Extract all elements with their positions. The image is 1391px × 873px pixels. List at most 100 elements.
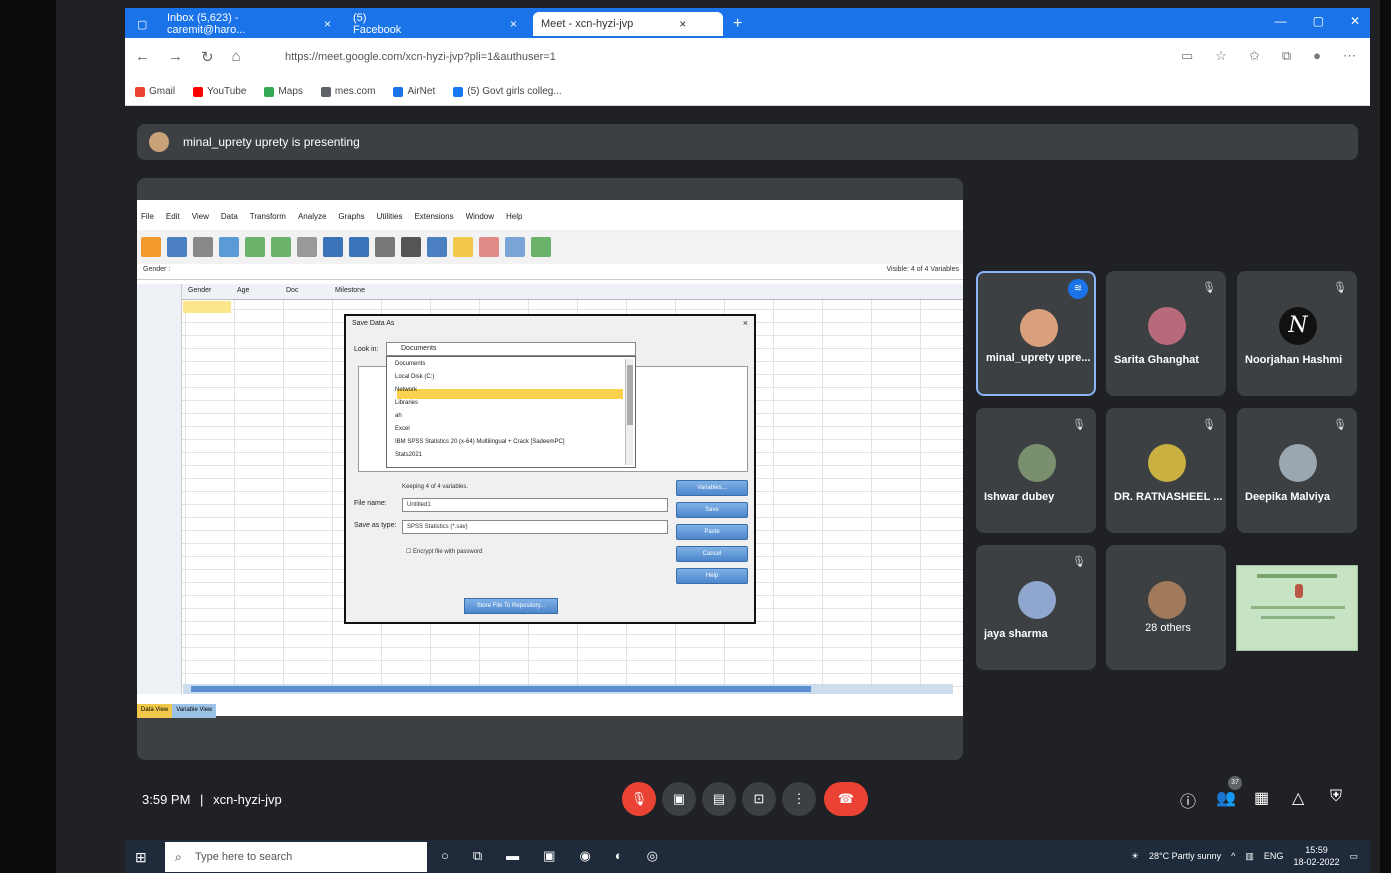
present-button[interactable]: ⊡ [742,782,776,816]
menu-item[interactable]: Extensions [414,212,453,226]
weight-icon[interactable] [427,237,447,257]
maximize-icon[interactable]: ▢ [1313,14,1324,28]
sets-icon[interactable] [505,237,525,257]
more-options-button[interactable]: ⋮ [782,782,816,816]
activities-icon[interactable]: △ [1292,788,1304,808]
clock[interactable]: 15:59 18-02-2022 [1293,844,1339,868]
home-icon[interactable]: ⌂ [232,48,241,66]
others-tile[interactable]: 28 others [1106,545,1226,670]
close-window-icon[interactable]: ✕ [1350,14,1360,28]
dropdown-item[interactable]: IBM SPSS Statistics 20 (x-64) Multilingu… [395,439,565,447]
tab-variable-view[interactable]: Variable View [172,704,217,718]
save-button[interactable]: Save [676,502,748,518]
tab-data-view[interactable]: Data View [137,704,173,718]
menu-item[interactable]: Edit [166,212,180,226]
variables-icon[interactable] [323,237,343,257]
encrypt-checkbox[interactable]: ☐ Encrypt file with password [406,548,482,555]
task-view-icon[interactable]: ⧉ [473,848,482,864]
look-in-select[interactable]: Documents [386,342,636,356]
column-header[interactable]: Age [237,287,249,294]
bookmark-item[interactable]: AirNet [393,86,435,97]
more-icon[interactable]: ⋯ [1343,48,1356,64]
participant-tile[interactable]: 🎙 jaya sharma [976,545,1096,670]
redo-icon[interactable] [271,237,291,257]
weather-text[interactable]: 28°C Partly sunny [1149,851,1221,861]
menu-item[interactable]: Transform [250,212,286,226]
tab-meet[interactable]: Meet - xcn-hyzi-jvp × [533,12,723,36]
dropdown-item[interactable]: Documents [395,361,425,369]
save-icon[interactable] [167,237,187,257]
dropdown-item[interactable]: Network [395,387,417,395]
store-icon[interactable]: ▣ [543,848,555,864]
select-icon[interactable] [453,237,473,257]
profile-icon[interactable]: ● [1313,48,1321,64]
info-icon[interactable]: ⓘ [1180,788,1196,812]
participant-tile[interactable]: 🎙 Deepika Malviya [1237,408,1357,533]
bookmark-item[interactable]: Maps [264,86,303,97]
dropdown-item[interactable]: Local Disk (C:) [395,374,434,382]
variables-button[interactable]: Variables... [676,480,748,496]
look-in-dropdown[interactable]: Documents Local Disk (C:) Network Libraries… [386,356,636,468]
back-icon[interactable]: ← [135,48,150,66]
repository-button[interactable]: Store File To Repository... [464,598,558,614]
tray-chevron-icon[interactable]: ^ [1231,851,1235,861]
mic-toggle-button[interactable]: 🎙 [622,782,656,816]
close-icon[interactable]: × [679,17,686,31]
recall-icon[interactable] [219,237,239,257]
bookmark-item[interactable]: mes.com [320,86,375,97]
spell-icon[interactable] [531,237,551,257]
scroll-thumb[interactable] [191,686,811,692]
menu-item[interactable]: Data [221,212,238,226]
menu-item[interactable]: Help [506,212,522,226]
host-controls-icon[interactable]: ⛨ [1330,788,1342,806]
close-icon[interactable]: × [743,318,748,328]
dropdown-scrollbar[interactable] [625,359,633,465]
chart-icon[interactable] [349,237,369,257]
goto-icon[interactable] [297,237,317,257]
close-icon[interactable]: × [324,17,331,31]
menu-item[interactable]: File [141,212,154,226]
scroll-thumb[interactable] [627,365,633,425]
menu-item[interactable]: View [192,212,209,226]
horizontal-scrollbar[interactable] [183,684,953,694]
chrome-icon[interactable]: ◉ [579,848,590,864]
split-icon[interactable] [401,237,421,257]
menu-item[interactable]: Utilities [377,212,403,226]
saveas-select[interactable]: SPSS Statistics (*.sav) [402,520,668,534]
camera-toggle-button[interactable]: ▣ [662,782,696,816]
dropdown-item[interactable]: Libraries [395,400,418,408]
new-tab-button[interactable]: + [725,12,750,36]
find-icon[interactable] [375,237,395,257]
participant-tile[interactable]: ≋ minal_uprety upre... [976,271,1096,396]
cancel-button[interactable]: Cancel [676,546,748,562]
taskbar-search-input[interactable]: ⌕ Type here to search [165,842,427,872]
selected-cell[interactable] [183,301,231,313]
participant-tile[interactable]: 🎙 N Noorjahan Hashmi [1237,271,1357,396]
open-icon[interactable] [141,237,161,257]
network-icon[interactable]: ▥ [1245,851,1254,862]
people-icon[interactable]: 👥 [1216,788,1236,808]
bookmark-item[interactable]: Gmail [135,86,175,97]
column-header[interactable]: Milestone [335,287,365,294]
paste-button[interactable]: Paste [676,524,748,540]
app-icon[interactable]: ◎ [647,848,658,864]
edge-icon[interactable]: ◐ [615,848,623,864]
close-icon[interactable]: × [510,17,517,31]
bookmark-item[interactable]: (5) Govt girls colleg... [453,86,562,97]
leave-call-button[interactable]: ☎ [824,782,868,816]
chat-icon[interactable]: ▦ [1254,788,1269,808]
print-icon[interactable] [193,237,213,257]
undo-icon[interactable] [245,237,265,257]
forward-icon[interactable]: → [168,48,183,66]
menu-item[interactable]: Analyze [298,212,326,226]
participant-tile[interactable]: 🎙 Sarita Ghanghat [1106,271,1226,396]
dropdown-item[interactable]: ah [395,413,402,421]
help-button[interactable]: Help [676,568,748,584]
column-header[interactable]: Doc [286,287,298,294]
filename-input[interactable]: Untitled1 [402,498,668,512]
participant-tile[interactable]: 🎙 DR. RATNASHEEL ... [1106,408,1226,533]
tab-facebook[interactable]: (5) Facebook × [345,12,525,36]
url-field[interactable]: https://meet.google.com/xcn-hyzi-jvp?pli… [285,46,1265,68]
cortana-icon[interactable]: ○ [441,848,449,864]
value-labels-icon[interactable] [479,237,499,257]
